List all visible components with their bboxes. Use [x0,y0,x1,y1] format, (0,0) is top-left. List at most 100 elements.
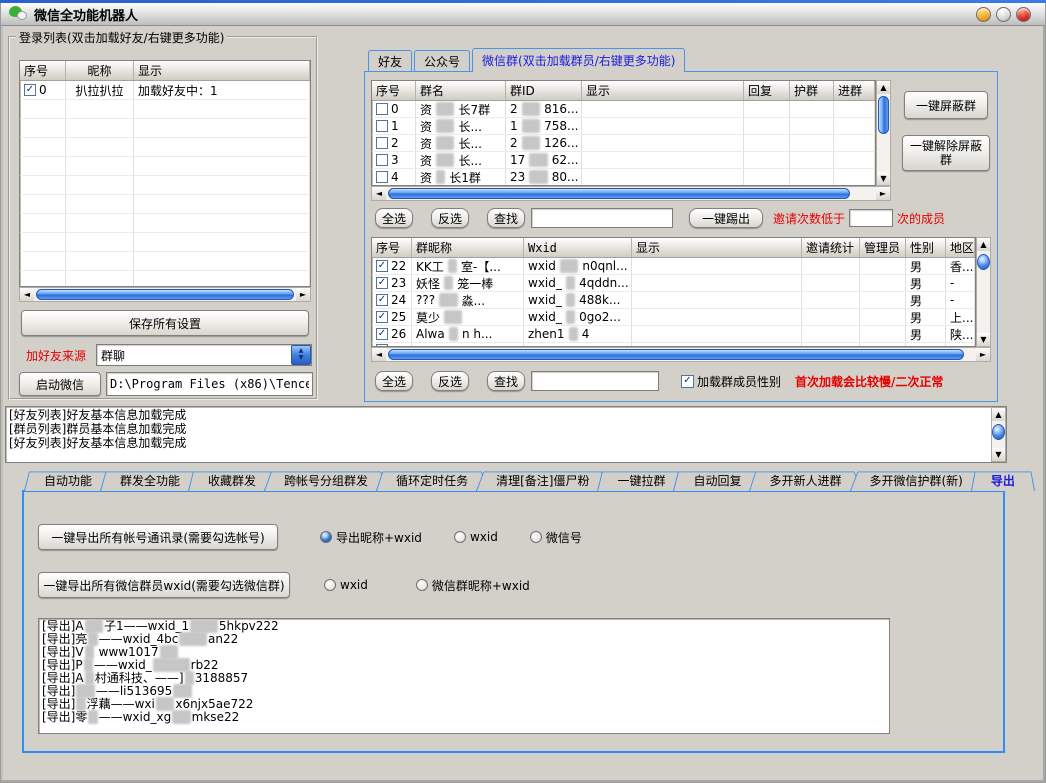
login-table-hscrollbar[interactable]: ◄ ► [19,287,311,302]
tab-wechat-groups[interactable]: 微信群(双击加载群员/右键更多功能) [472,48,685,72]
member-row-checkbox[interactable]: ✓ [376,260,388,272]
scroll-right-icon[interactable]: ► [976,348,990,361]
group-row[interactable]: 1 资██长...1██758... [372,118,875,135]
group-row-checkbox[interactable] [376,171,388,183]
tab-export[interactable]: 导出 [971,469,1035,491]
radio-members-wxid[interactable]: wxid [324,578,368,592]
group-row[interactable]: 3 资██长...17██62... [372,152,875,169]
wechat-path-input[interactable] [106,372,313,396]
radio-icon[interactable] [416,579,428,591]
tab-multi-guard[interactable]: 多开微信护群(新) [850,469,983,491]
minimize-button[interactable] [976,7,991,22]
member-table-hscrollbar[interactable]: ◄ ► [371,347,991,362]
scroll-right-icon[interactable]: ► [876,187,890,200]
radio-icon[interactable] [320,531,332,543]
tab-auto-functions[interactable]: 自动功能 [24,469,112,491]
scroll-left-icon[interactable]: ◄ [372,348,386,361]
scroll-up-icon[interactable]: ▲ [992,408,1005,421]
hscroll-thumb[interactable] [388,349,964,360]
radio-export-wxid[interactable]: wxid [454,530,498,544]
export-members-button[interactable]: 一键导出所有微信群员wxid(需要勾选微信群) [38,572,290,598]
group-invert-button[interactable]: 反选 [431,208,469,228]
login-row[interactable]: ✓0 扒拉扒拉 加载好友中：1 [20,81,310,100]
save-settings-button[interactable]: 保存所有设置 [21,310,309,336]
radio-icon[interactable] [324,579,336,591]
tab-cross-account-send[interactable]: 跨帐号分组群发 [264,469,388,491]
member-table[interactable]: 序号 群昵称 Wxid 显示 邀请统计 管理员 性别 地区 ✓22 KK工█室-… [371,237,976,347]
group-row[interactable]: 4 资█长1群23██80... [372,169,875,186]
maximize-button[interactable] [996,7,1011,22]
hscroll-thumb[interactable] [388,188,850,199]
scroll-up-icon[interactable]: ▲ [877,81,890,94]
member-row-checkbox[interactable]: ✓ [376,328,388,340]
scroll-right-icon[interactable]: ► [296,288,310,301]
invite-threshold-input[interactable] [849,209,893,227]
scroll-down-icon[interactable]: ▼ [977,333,990,346]
block-group-button[interactable]: 一键屏蔽群 [904,91,988,119]
login-table[interactable]: 序号 昵称 显示 ✓0 扒拉扒拉 加载好友中：1 [19,60,311,287]
log-vscrollbar[interactable]: ▲ ▼ [991,407,1006,462]
login-col-display[interactable]: 显示 [134,61,310,80]
member-search-input[interactable] [531,371,659,391]
group-select-all-button[interactable]: 全选 [375,208,413,228]
member-invert-button[interactable]: 反选 [431,371,469,391]
launch-wechat-button[interactable]: 启动微信 [19,372,101,396]
tab-auto-reply[interactable]: 自动回复 [673,469,761,491]
radio-icon[interactable] [530,531,542,543]
group-row-checkbox[interactable] [376,103,388,115]
tab-pull-group[interactable]: 一键拉群 [597,469,685,491]
titlebar[interactable]: 微信全功能机器人 [1,3,1045,26]
member-table-vscrollbar[interactable]: ▲ ▼ [976,237,991,347]
load-sex-checkbox[interactable]: ✓ [681,375,694,388]
scroll-left-icon[interactable]: ◄ [20,288,34,301]
tab-favorite-send[interactable]: 收藏群发 [188,469,276,491]
radio-export-wechat-id[interactable]: 微信号 [530,529,582,546]
log-output[interactable]: [好友列表]好友基本信息加载完成 [群员列表]群员基本信息加载完成 [好友列表]… [5,406,1007,463]
vscroll-thumb[interactable] [878,96,889,134]
unblock-group-button[interactable]: 一键解除屏蔽群 [902,135,990,171]
group-row-checkbox[interactable] [376,154,388,166]
radio-export-nick-wxid[interactable]: 导出昵称+wxid [320,529,422,546]
vscroll-ball-thumb[interactable] [992,424,1005,440]
group-table-hscrollbar[interactable]: ◄ ► [371,186,891,201]
vscroll-ball-thumb[interactable] [977,254,990,270]
group-table-vscrollbar[interactable]: ▲ ▼ [876,80,891,186]
member-row[interactable]: ✓26 Alwa█n h...zhen1█4 男陕... [372,326,975,343]
radio-members-nick-wxid[interactable]: 微信群昵称+wxid [416,577,530,594]
member-row-checkbox[interactable]: ✓ [376,311,388,323]
tab-friends[interactable]: 好友 [368,50,412,72]
login-row-checkbox[interactable]: ✓ [24,84,36,96]
radio-icon[interactable] [454,531,466,543]
group-find-button[interactable]: 查找 [487,208,525,228]
tab-clean-zombies[interactable]: 清理[备注]僵尸粉 [476,469,609,491]
scroll-down-icon[interactable]: ▼ [877,172,890,185]
group-table[interactable]: 序号 群名 群ID 显示 回复 护群 进群 0 资██长7群2██816... … [371,80,876,186]
export-contacts-button[interactable]: 一键导出所有帐号通讯录(需要勾选帐号) [38,524,278,550]
group-search-input[interactable] [531,208,673,228]
member-row[interactable]: ✓25 莫少██wxid_█0go2... 男上... [372,309,975,326]
tab-multi-newcomer[interactable]: 多开新人进群 [749,469,861,491]
group-row-checkbox[interactable] [376,120,388,132]
spinner-arrows-icon[interactable]: ▲▼ [291,345,311,365]
member-select-all-button[interactable]: 全选 [375,371,413,391]
login-col-nick[interactable]: 昵称 [66,61,134,80]
hscroll-thumb[interactable] [36,289,294,300]
member-find-button[interactable]: 查找 [487,371,525,391]
group-row[interactable]: 2 资██长...2██126... [372,135,875,152]
tab-official-accounts[interactable]: 公众号 [414,50,470,72]
member-row-checkbox[interactable]: ✓ [376,277,388,289]
close-button[interactable] [1016,7,1031,22]
member-row[interactable]: ✓24 ???██淼...wxid_█488k... 男- [372,292,975,309]
scroll-left-icon[interactable]: ◄ [372,187,386,200]
member-row-checkbox[interactable]: ✓ [376,294,388,306]
export-output[interactable]: [导出]A██子1——wxid_1███5hkpv222 [导出]亮█——wxi… [38,618,890,734]
tab-mass-send[interactable]: 群发全功能 [100,469,200,491]
scroll-up-icon[interactable]: ▲ [977,238,990,251]
member-row[interactable]: ✓23 妖怪█笼一棒wxid_█4qddn... 男- [372,275,975,292]
scroll-down-icon[interactable]: ▼ [992,448,1005,461]
login-col-num[interactable]: 序号 [20,61,66,80]
group-row[interactable]: 0 资██长7群2██816... [372,101,875,118]
group-row-checkbox[interactable] [376,137,388,149]
add-friend-source-combo[interactable]: 群聊 ▲▼ [96,344,312,366]
tab-scheduled-tasks[interactable]: 循环定时任务 [376,469,488,491]
